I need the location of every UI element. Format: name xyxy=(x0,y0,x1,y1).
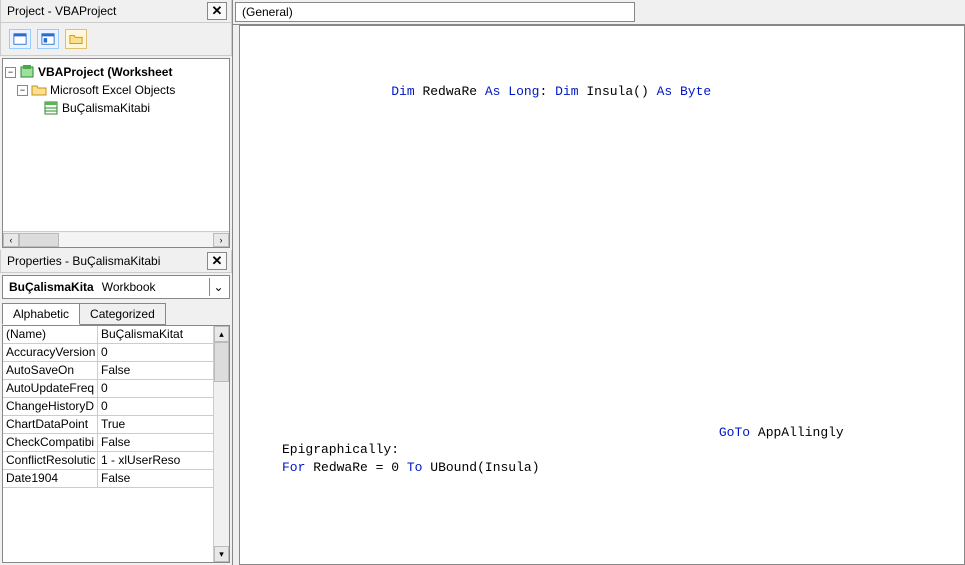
property-row[interactable]: AutoSaveOnFalse xyxy=(3,362,213,380)
property-name: CheckCompatibi xyxy=(3,434,98,451)
property-name: AutoSaveOn xyxy=(3,362,98,379)
property-value[interactable]: False xyxy=(98,434,213,451)
property-row[interactable]: Date1904False xyxy=(3,470,213,488)
tree-objects-row[interactable]: − Microsoft Excel Objects xyxy=(5,81,227,99)
properties-panel-titlebar: Properties - BuÇalismaKitabi ✕ xyxy=(0,250,232,273)
property-value[interactable]: False xyxy=(98,470,213,487)
code-editor[interactable]: Dim RedwaRe As Long: Dim Insula() As Byt… xyxy=(239,25,965,565)
code-header: (General) xyxy=(233,0,965,25)
property-row[interactable]: AccuracyVersion0 xyxy=(3,344,213,362)
properties-panel-close-button[interactable]: ✕ xyxy=(207,252,227,270)
code-line: GoTo AppAllingly xyxy=(282,424,956,442)
properties-vscrollbar[interactable]: ▴ ▾ xyxy=(213,326,229,562)
property-row[interactable]: ConflictResolutic1 - xlUserReso xyxy=(3,452,213,470)
project-panel-titlebar: Project - VBAProject ✕ xyxy=(0,0,232,23)
property-value[interactable]: False xyxy=(98,362,213,379)
property-value[interactable]: BuÇalismaKitat xyxy=(98,326,213,343)
property-value[interactable]: 1 - xlUserReso xyxy=(98,452,213,469)
project-panel-title: Project - VBAProject xyxy=(7,4,116,18)
code-line: For RedwaRe = 0 To UBound(Insula) xyxy=(282,459,956,477)
property-name: AccuracyVersion xyxy=(3,344,98,361)
property-value[interactable]: 0 xyxy=(98,380,213,397)
property-row[interactable]: ChangeHistoryD0 xyxy=(3,398,213,416)
property-value[interactable]: 0 xyxy=(98,398,213,415)
property-name: ConflictResolutic xyxy=(3,452,98,469)
view-object-button[interactable] xyxy=(37,29,59,49)
scroll-right-icon[interactable]: › xyxy=(213,233,229,247)
property-name: ChangeHistoryD xyxy=(3,398,98,415)
object-dropdown[interactable]: (General) xyxy=(235,2,635,22)
scroll-thumb[interactable] xyxy=(19,233,59,247)
workbook-icon xyxy=(43,100,59,116)
tree-root-row[interactable]: − VBAProject (Worksheet xyxy=(5,63,227,81)
code-line: Epigraphically: xyxy=(282,441,956,459)
property-row[interactable]: AutoUpdateFreq0 xyxy=(3,380,213,398)
expand-collapse-icon[interactable]: − xyxy=(17,85,28,96)
toggle-folders-button[interactable] xyxy=(65,29,87,49)
scroll-down-icon[interactable]: ▾ xyxy=(214,546,229,562)
tab-alphabetic[interactable]: Alphabetic xyxy=(2,303,80,325)
view-code-button[interactable] xyxy=(9,29,31,49)
dropdown-value: (General) xyxy=(242,5,293,19)
tree-workbook-label: BuÇalismaKitabi xyxy=(62,101,150,115)
tree-objects-label: Microsoft Excel Objects xyxy=(50,83,175,97)
property-row[interactable]: CheckCompatibiFalse xyxy=(3,434,213,452)
code-line: Dim RedwaRe As Long: Dim Insula() As Byt… xyxy=(282,83,956,101)
property-value[interactable]: True xyxy=(98,416,213,433)
property-row[interactable]: (Name)BuÇalismaKitat xyxy=(3,326,213,344)
property-name: AutoUpdateFreq xyxy=(3,380,98,397)
chevron-down-icon[interactable]: ⌄ xyxy=(209,278,227,296)
properties-grid: (Name)BuÇalismaKitatAccuracyVersion0Auto… xyxy=(2,325,230,563)
selector-type: Workbook xyxy=(98,278,209,296)
tab-categorized[interactable]: Categorized xyxy=(79,303,166,325)
folder-icon xyxy=(31,82,47,98)
tree-root-label: VBAProject (Worksheet xyxy=(38,65,172,79)
property-name: (Name) xyxy=(3,326,98,343)
properties-panel-title: Properties - BuÇalismaKitabi xyxy=(7,254,160,268)
project-tree-hscrollbar[interactable]: ‹ › xyxy=(3,231,229,247)
property-row[interactable]: ChartDataPointTrue xyxy=(3,416,213,434)
tree-workbook-row[interactable]: BuÇalismaKitabi xyxy=(5,99,227,117)
project-panel-close-button[interactable]: ✕ xyxy=(207,2,227,20)
property-name: ChartDataPoint xyxy=(3,416,98,433)
properties-tabs: Alphabetic Categorized xyxy=(2,303,230,325)
scroll-left-icon[interactable]: ‹ xyxy=(3,233,19,247)
project-toolbar xyxy=(0,23,232,56)
property-name: Date1904 xyxy=(3,470,98,487)
project-tree[interactable]: − VBAProject (Worksheet − Microsoft Exce… xyxy=(2,58,230,248)
property-value[interactable]: 0 xyxy=(98,344,213,361)
scroll-up-icon[interactable]: ▴ xyxy=(214,326,229,342)
vba-project-icon xyxy=(19,64,35,80)
expand-collapse-icon[interactable]: − xyxy=(5,67,16,78)
scroll-thumb[interactable] xyxy=(214,342,229,382)
properties-object-selector[interactable]: BuÇalismaKita Workbook ⌄ xyxy=(2,275,230,299)
selector-name: BuÇalismaKita xyxy=(5,278,98,296)
